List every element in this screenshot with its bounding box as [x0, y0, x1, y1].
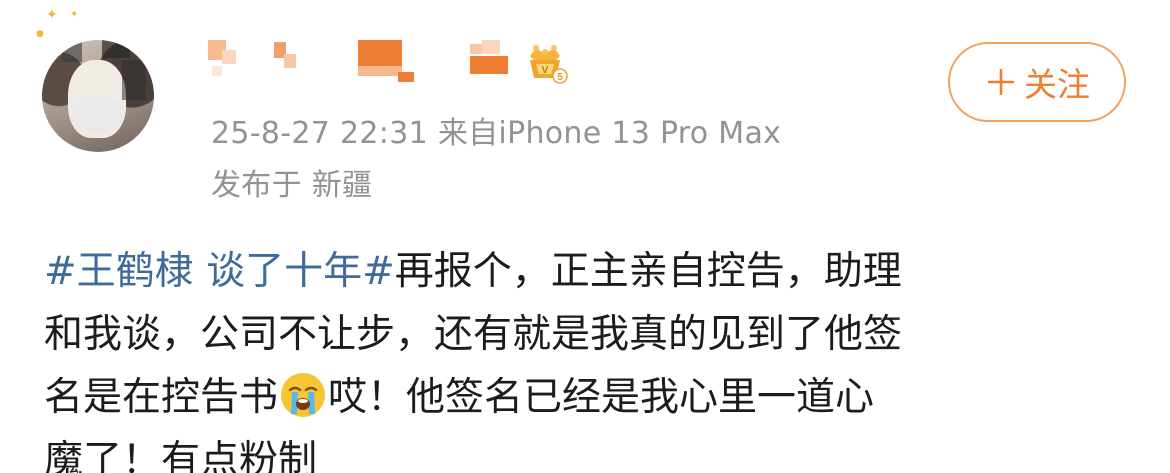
crying-face-emoji-icon — [281, 373, 326, 417]
sparkle-icon: ✦ — [46, 7, 58, 23]
plus-icon — [988, 69, 1014, 95]
post-body: #王鹤棣 谈了十年#再报个，正主亲自控告，助理 和我谈，公司不让步，还有就是我真… — [44, 240, 1134, 473]
post-meta: 25-8-27 22:31 来自iPhone 13 Pro Max — [211, 108, 781, 152]
avatar-mask — [72, 96, 122, 132]
weibo-post: ✦ ✦ ● V 5 25-8-27 22:31 来自iPhone 13 Pro … — [0, 0, 1170, 473]
sparkle-icon: ✦ — [70, 9, 79, 20]
follow-button[interactable]: 关注 — [948, 42, 1126, 122]
svg-text:5: 5 — [557, 72, 563, 83]
post-body-line-4: 魔了！有点粉制 — [44, 438, 318, 473]
post-body-line-1: #王鹤棣 谈了十年#再报个，正主亲自控告，助理 — [44, 249, 902, 294]
vip-badge-icon[interactable]: V 5 — [522, 40, 568, 86]
avatar[interactable] — [42, 40, 154, 152]
post-body-line-3: 名是在控告书 哎！他签名已经是我心里一道心 — [44, 366, 1134, 429]
svg-text:V: V — [542, 65, 549, 76]
post-body-line-2: 和我谈，公司不让步，还有就是我真的见到了他签 — [44, 312, 903, 357]
sparkle-icon: ● — [36, 29, 44, 39]
follow-button-label: 关注 — [1024, 65, 1090, 104]
post-timestamp: 25-8-27 22:31 — [211, 116, 428, 151]
username-pixelated[interactable] — [208, 36, 518, 86]
post-location: 发布于 新疆 — [211, 168, 373, 203]
hashtag-link[interactable]: #王鹤棣 谈了十年# — [44, 249, 395, 294]
post-source[interactable]: 来自iPhone 13 Pro Max — [438, 116, 781, 151]
